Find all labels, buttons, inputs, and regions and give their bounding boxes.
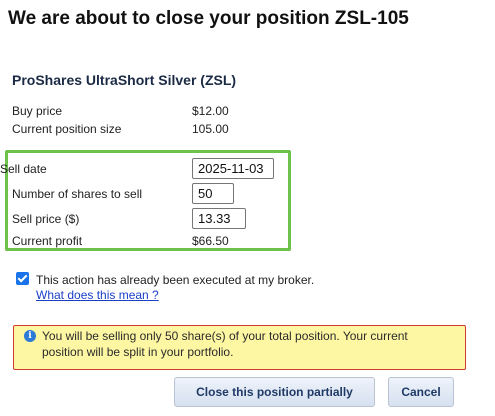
current-profit-value: $66.50	[192, 234, 229, 248]
what-does-this-mean-link[interactable]: What does this mean ?	[36, 288, 159, 302]
dialog-title: We are about to close your position ZSL-…	[8, 8, 409, 29]
partial-close-warning: i You will be selling only 50 share(s) o…	[13, 325, 466, 370]
executed-at-broker-checkbox[interactable]	[16, 272, 29, 285]
warning-text: You will be selling only 50 share(s) of …	[42, 329, 408, 359]
buy-price-label: Buy price	[12, 104, 63, 118]
buy-price-value: $12.00	[192, 104, 229, 118]
info-icon: i	[24, 330, 36, 342]
cancel-button[interactable]: Cancel	[388, 377, 454, 407]
shares-to-sell-input[interactable]	[192, 183, 234, 204]
sell-price-input[interactable]	[192, 208, 246, 229]
instrument-name: ProShares UltraShort Silver (ZSL)	[12, 72, 237, 88]
executed-at-broker-label: This action has already been executed at…	[36, 273, 315, 287]
position-size-value: 105.00	[192, 122, 229, 136]
close-position-partially-button[interactable]: Close this position partially	[174, 377, 375, 407]
current-profit-label: Current profit	[12, 234, 83, 248]
position-size-label: Current position size	[12, 122, 122, 136]
sell-date-input[interactable]	[192, 158, 274, 179]
sell-date-label: Sell date	[0, 162, 47, 176]
sell-price-label: Sell price ($)	[12, 212, 80, 226]
shares-to-sell-label: Number of shares to sell	[12, 187, 143, 201]
